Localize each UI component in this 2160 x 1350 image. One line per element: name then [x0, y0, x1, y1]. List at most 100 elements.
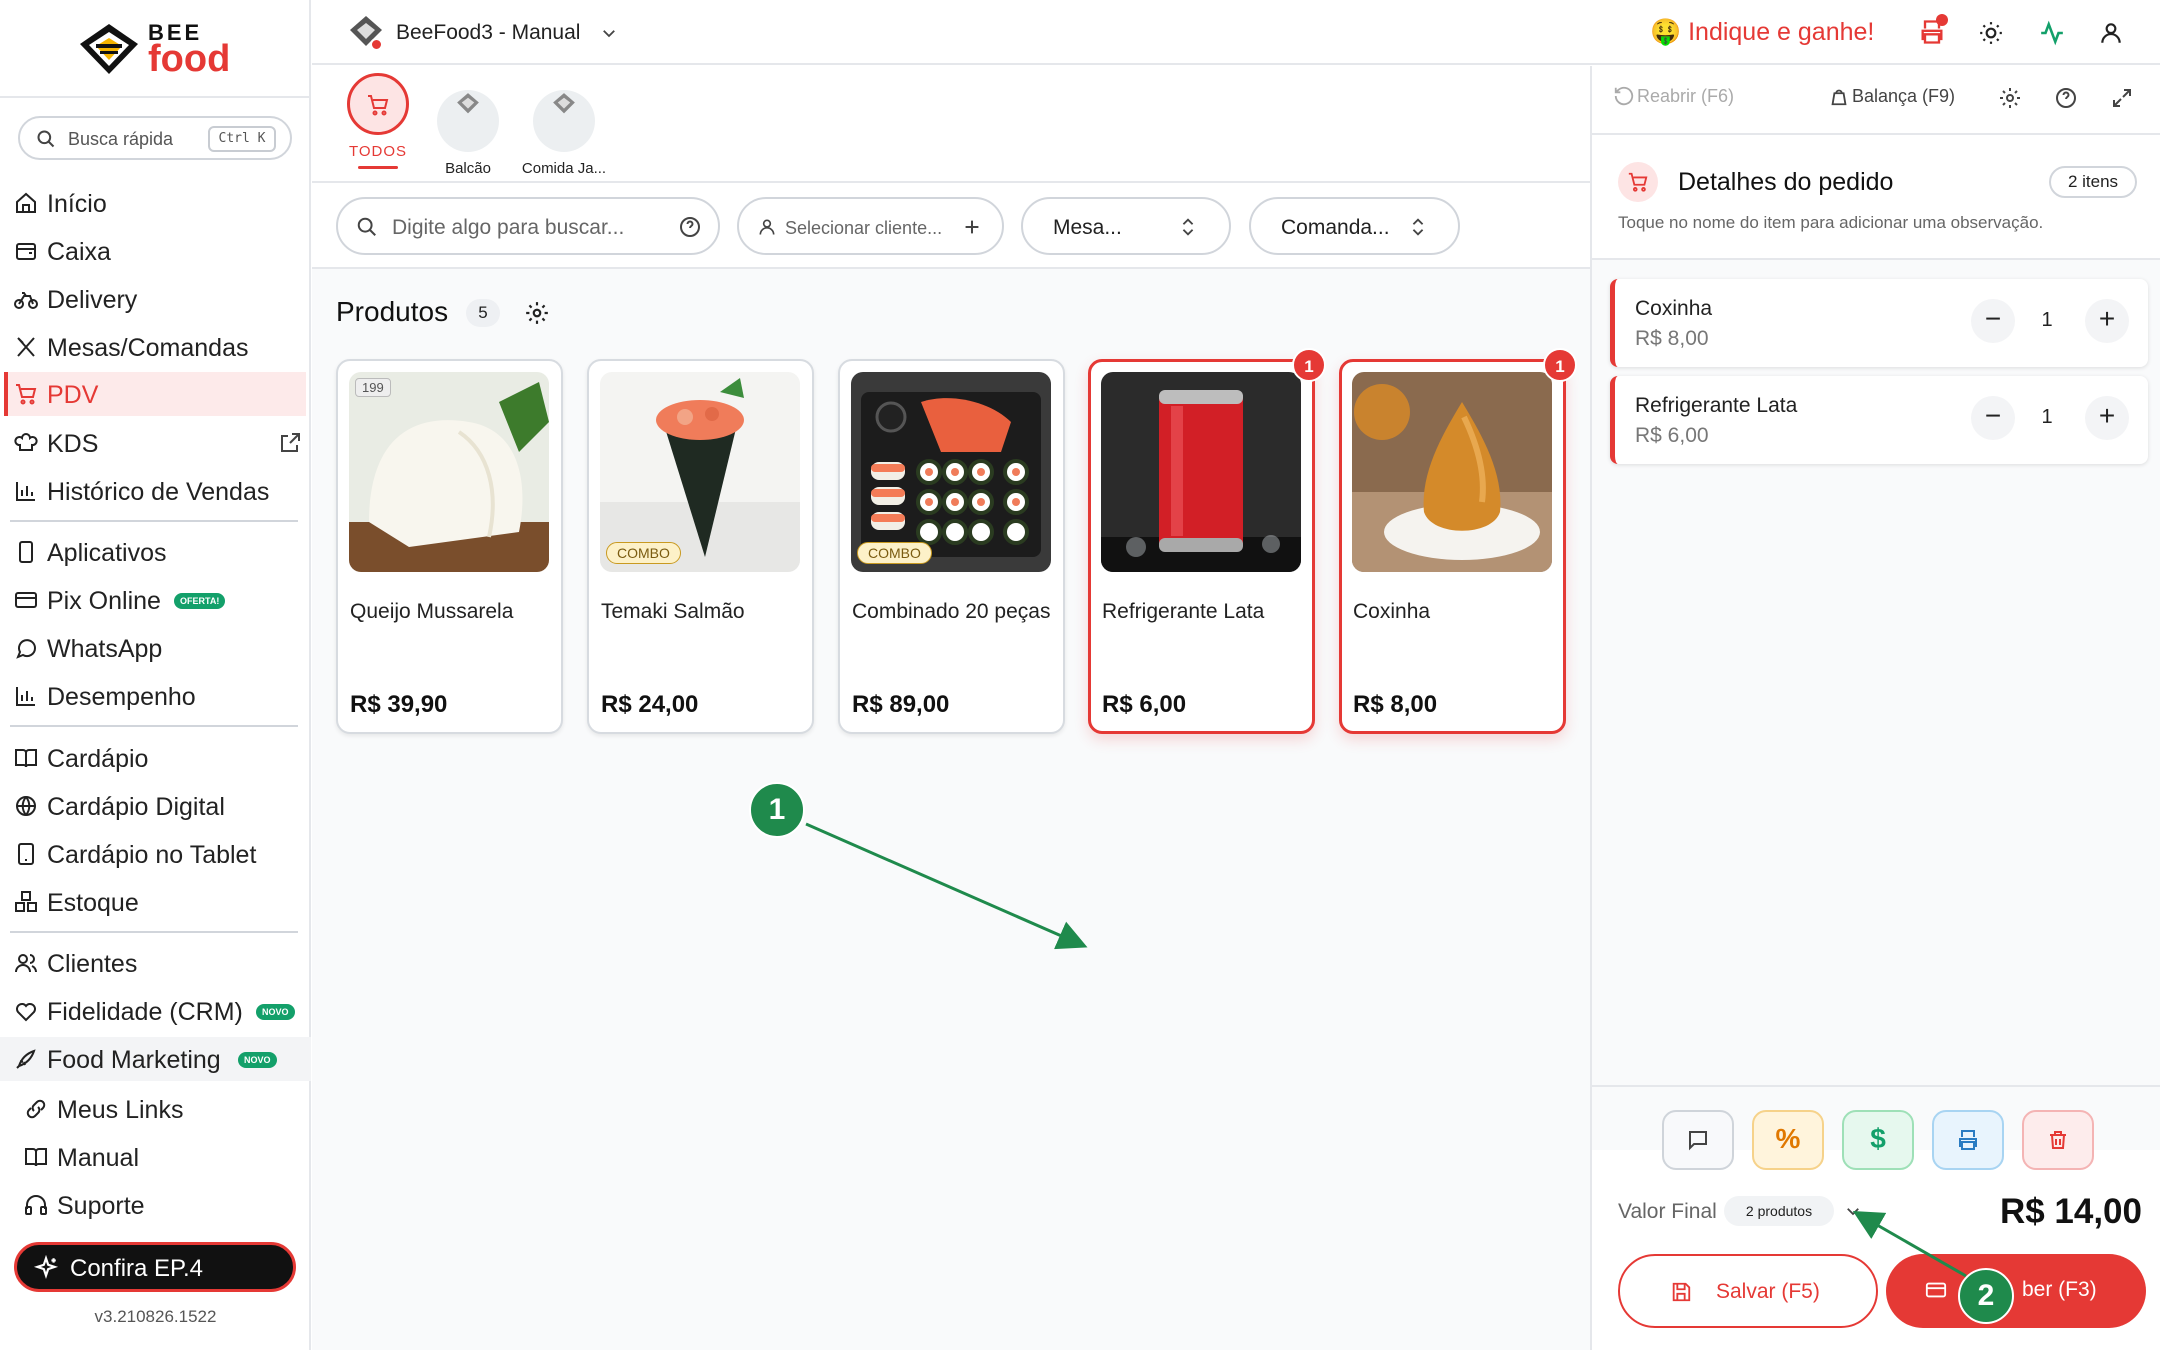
nav-item-inicio[interactable]: Início [10, 181, 306, 225]
expand-icon[interactable] [2110, 86, 2134, 110]
quick-search-input[interactable]: Busca rápida Ctrl K [18, 116, 292, 160]
order-item-name[interactable]: Coxinha [1635, 297, 1712, 321]
product-image: COMBO [851, 372, 1051, 572]
nav-item-clientes[interactable]: Clientes [10, 941, 306, 985]
beefood-logo[interactable]: BEE food [78, 18, 258, 78]
divider [312, 181, 1590, 183]
product-price: R$ 89,00 [852, 691, 950, 718]
print-button[interactable] [1932, 1110, 2004, 1170]
rocket-icon [16, 1049, 36, 1069]
nav-item-cardapio-digital[interactable]: Cardápio Digital [10, 784, 306, 828]
chevron-down-icon[interactable] [1844, 1202, 1862, 1220]
nav-item-meus-links[interactable]: Meus Links [20, 1087, 316, 1131]
nav-label: Cardápio no Tablet [47, 841, 257, 869]
product-card-queijo-mussarela[interactable]: 199 Queijo Mussarela R$ 39,90 [336, 359, 563, 734]
chat-bubble-icon [16, 639, 37, 659]
comanda-select[interactable]: Comanda... [1249, 197, 1460, 255]
category-label: Comida Ja... [521, 160, 607, 177]
receive-label: ber (F3) [2022, 1278, 2097, 1301]
activity-icon[interactable] [2039, 20, 2065, 46]
external-link-icon[interactable] [278, 431, 302, 455]
nav-label: KDS [47, 430, 99, 458]
nav-item-cardapio-tablet[interactable]: Cardápio no Tablet [10, 832, 306, 876]
product-card-temaki-salmao[interactable]: COMBO Temaki Salmão R$ 24,00 [587, 359, 814, 734]
nav-item-estoque[interactable]: Estoque [10, 880, 306, 924]
nav-item-whatsapp[interactable]: WhatsApp [10, 626, 306, 670]
sun-icon[interactable] [1978, 20, 2004, 46]
nav-item-mesas-comandas[interactable]: Mesas/Comandas [10, 325, 306, 369]
total-label: Valor Final [1618, 1200, 1717, 1223]
combo-tag: COMBO [606, 542, 681, 564]
increase-quantity-button[interactable]: + [2085, 299, 2129, 343]
nav-item-food-marketing[interactable]: Food Marketing NOVO [0, 1037, 311, 1081]
tablet-icon [18, 843, 34, 865]
nav-item-pix-online[interactable]: Pix Online OFERTA! [10, 578, 306, 622]
nav-label: Suporte [57, 1192, 145, 1220]
order-item-name[interactable]: Refrigerante Lata [1635, 394, 1797, 418]
discount-button[interactable]: % [1752, 1110, 1824, 1170]
user-icon[interactable] [2098, 20, 2124, 46]
help-circle-icon[interactable] [2054, 86, 2078, 110]
cart-icon [16, 384, 37, 405]
printer-status-button[interactable] [1918, 14, 1948, 48]
save-button[interactable]: Salvar (F5) [1618, 1254, 1878, 1328]
headset-icon [25, 1195, 47, 1215]
nav-item-aplicativos[interactable]: Aplicativos [10, 530, 306, 574]
nav-item-fidelidade[interactable]: Fidelidade (CRM) NOVO [10, 989, 306, 1033]
chevron-down-icon[interactable] [600, 24, 618, 42]
category-circle [533, 90, 595, 152]
scale-icon [1831, 89, 1847, 106]
product-card-coxinha[interactable]: 1 Coxinha R$ 8,00 [1339, 348, 1577, 734]
product-price: R$ 8,00 [1353, 691, 1438, 718]
nav-item-desempenho[interactable]: Desempenho [10, 674, 306, 718]
order-item[interactable]: Refrigerante Lata R$ 6,00 − 1 + [1610, 376, 2148, 464]
category-comida-japonesa[interactable]: Comida Ja... [519, 73, 609, 177]
clear-order-button[interactable] [2022, 1110, 2094, 1170]
percent-icon: % [1775, 1123, 1801, 1154]
reopen-button[interactable]: Reabrir (F6) [1614, 86, 1734, 107]
nav-item-caixa[interactable]: Caixa [10, 229, 306, 273]
nav-item-suporte[interactable]: Suporte [20, 1183, 316, 1227]
add-note-button[interactable] [1662, 1110, 1734, 1170]
decrease-quantity-button[interactable]: − [1971, 299, 2015, 343]
product-card-refrigerante-lata[interactable]: 1 Refrigerante Lata R$ 6,00 [1088, 348, 1326, 734]
nav-item-historico-vendas[interactable]: Histórico de Vendas [10, 469, 306, 513]
order-item[interactable]: Coxinha R$ 8,00 − 1 + [1610, 279, 2148, 367]
offer-badge: OFERTA! [174, 593, 226, 609]
decrease-quantity-button[interactable]: − [1971, 396, 2015, 440]
home-icon [16, 192, 36, 213]
divider [10, 520, 298, 522]
book-icon [25, 1148, 47, 1167]
referral-label: Indique e ganhe! [1688, 18, 1875, 46]
nav-item-delivery[interactable]: Delivery [10, 277, 306, 321]
gear-icon[interactable] [524, 300, 550, 326]
increase-quantity-button[interactable]: + [2085, 396, 2129, 440]
gear-icon[interactable] [1998, 86, 2022, 110]
dollar-icon: $ [1870, 1123, 1886, 1154]
store-name[interactable]: BeeFood3 - Manual [396, 21, 580, 45]
table-select[interactable]: Mesa... [1021, 197, 1231, 255]
product-name: Refrigerante Lata [1102, 600, 1265, 623]
category-todos[interactable]: TODOS [333, 73, 423, 169]
nav-item-cardapio[interactable]: Cardápio [10, 736, 306, 780]
client-select[interactable]: Selecionar cliente... [737, 197, 1004, 255]
product-search-input[interactable]: Digite algo para buscar... [336, 197, 720, 255]
scale-button[interactable]: Balança (F9) [1831, 86, 1955, 107]
nav-item-manual[interactable]: Manual [20, 1135, 316, 1179]
referral-link[interactable]: 🤑 Indique e ganhe! [1650, 18, 1874, 47]
product-card-combinado-20[interactable]: COMBO Combinado 20 peças R$ 89,00 [838, 359, 1065, 734]
category-label: Balcão [445, 160, 491, 177]
category-balcao[interactable]: Balcão [423, 73, 513, 177]
cart-icon [368, 95, 389, 116]
payment-button[interactable]: $ [1842, 1110, 1914, 1170]
help-circle-icon[interactable] [678, 215, 702, 239]
printer-icon [1959, 1130, 1977, 1150]
nav-item-kds[interactable]: KDS [10, 421, 306, 465]
plus-icon[interactable] [961, 216, 983, 238]
nav-item-pdv[interactable]: PDV [4, 372, 306, 416]
store-avatar[interactable] [348, 14, 384, 51]
receive-button[interactable]: ber (F3) [1886, 1254, 2146, 1328]
confira-promo-button[interactable]: Confira EP.4 [14, 1242, 296, 1292]
save-label: Salvar (F5) [1716, 1280, 1820, 1303]
products-title: Produtos [336, 296, 449, 327]
